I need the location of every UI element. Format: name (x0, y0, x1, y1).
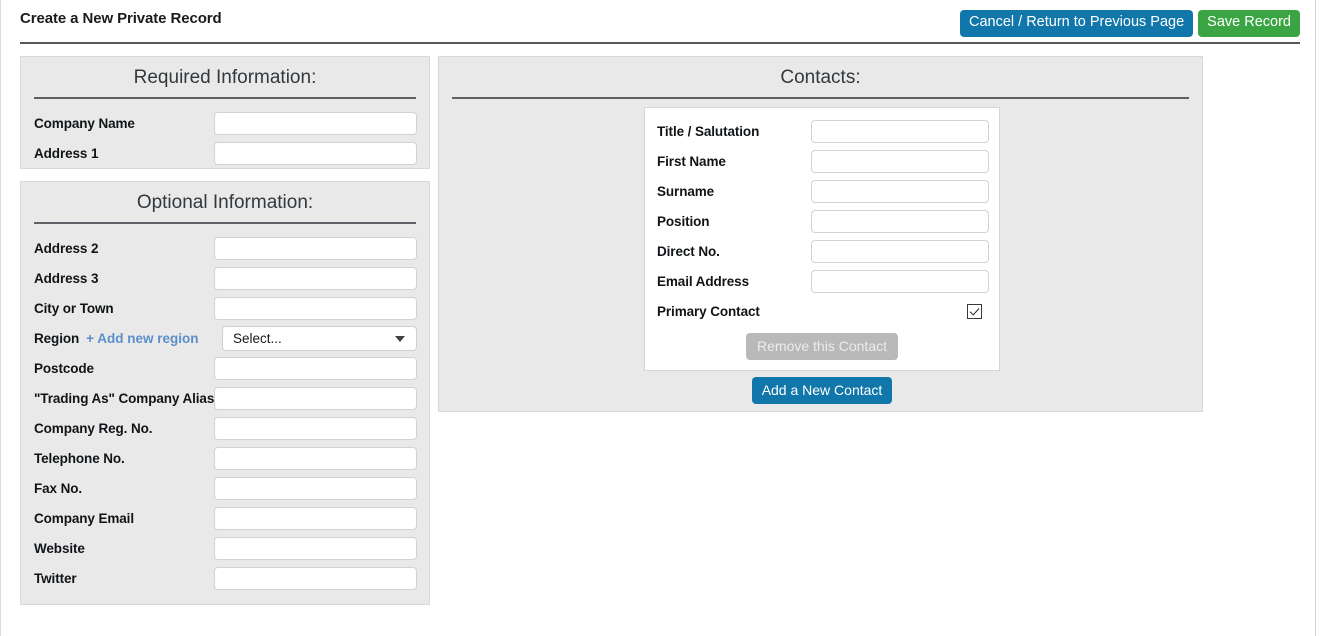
contacts-panel: Contacts: Title / Salutation First Name … (438, 56, 1203, 412)
field-row-address-3: Address 3 (21, 263, 429, 293)
label-direct-no: Direct No. (657, 244, 720, 259)
region-select-value: Select... (223, 331, 282, 346)
email-address-input[interactable] (811, 270, 989, 293)
position-input[interactable] (811, 210, 989, 233)
fax-no-input[interactable] (214, 477, 417, 500)
company-reg-no-input[interactable] (214, 417, 417, 440)
add-contact-row: Add a New Contact (644, 377, 1000, 404)
contacts-panel-divider (452, 97, 1189, 99)
label-position: Position (657, 214, 709, 229)
field-row-address-1: Address 1 (21, 138, 429, 168)
label-address-3: Address 3 (34, 271, 98, 286)
label-website: Website (34, 541, 85, 556)
field-row-postcode: Postcode (21, 353, 429, 383)
add-new-region-link[interactable]: + Add new region (86, 331, 198, 346)
field-row-city-or-town: City or Town (21, 293, 429, 323)
remove-contact-button[interactable]: Remove this Contact (746, 333, 898, 360)
label-address-1: Address 1 (34, 146, 98, 161)
label-twitter: Twitter (34, 571, 77, 586)
header-actions: Cancel / Return to Previous Page Save Re… (960, 10, 1300, 37)
label-first-name: First Name (657, 154, 726, 169)
field-row-email-address: Email Address (645, 266, 999, 296)
save-record-button[interactable]: Save Record (1198, 10, 1300, 37)
label-trading-as-alias: "Trading As" Company Alias (34, 391, 214, 406)
contact-card: Title / Salutation First Name Surname Po… (644, 107, 1000, 371)
remove-contact-row: Remove this Contact (645, 326, 999, 360)
website-input[interactable] (214, 537, 417, 560)
first-name-input[interactable] (811, 150, 989, 173)
label-title-salutation: Title / Salutation (657, 124, 759, 139)
label-email-address: Email Address (657, 274, 749, 289)
cancel-button[interactable]: Cancel / Return to Previous Page (960, 10, 1193, 37)
address-1-input[interactable] (214, 142, 417, 165)
twitter-input[interactable] (214, 567, 417, 590)
label-company-email: Company Email (34, 511, 134, 526)
field-row-title-salutation: Title / Salutation (645, 116, 999, 146)
required-panel-title: Required Information: (21, 57, 429, 91)
field-row-region: Region + Add new region Select... (21, 323, 429, 353)
label-region: Region (34, 331, 79, 346)
surname-input[interactable] (811, 180, 989, 203)
optional-panel-title: Optional Information: (21, 182, 429, 216)
label-surname: Surname (657, 184, 714, 199)
field-row-surname: Surname (645, 176, 999, 206)
direct-no-input[interactable] (811, 240, 989, 263)
label-telephone-no: Telephone No. (34, 451, 125, 466)
label-company-reg-no: Company Reg. No. (34, 421, 152, 436)
add-new-contact-button[interactable]: Add a New Contact (752, 377, 893, 404)
address-2-input[interactable] (214, 237, 417, 260)
chevron-down-icon (395, 336, 405, 342)
page-title: Create a New Private Record (20, 10, 222, 27)
field-row-address-2: Address 2 (21, 233, 429, 263)
city-or-town-input[interactable] (214, 297, 417, 320)
scroll-gutter[interactable] (1317, 0, 1331, 636)
field-row-company-email: Company Email (21, 503, 429, 533)
primary-contact-checkbox[interactable] (967, 304, 982, 319)
company-name-input[interactable] (214, 112, 417, 135)
field-row-company-name: Company Name (21, 108, 429, 138)
field-row-trading-as-alias: "Trading As" Company Alias (21, 383, 429, 413)
address-3-input[interactable] (214, 267, 417, 290)
company-email-input[interactable] (214, 507, 417, 530)
field-row-fax-no: Fax No. (21, 473, 429, 503)
page-container: Create a New Private Record Cancel / Ret… (0, 0, 1316, 636)
page-header: Create a New Private Record Cancel / Ret… (1, 0, 1315, 44)
header-divider (20, 42, 1300, 44)
label-address-2: Address 2 (34, 241, 98, 256)
field-row-position: Position (645, 206, 999, 236)
field-row-primary-contact: Primary Contact (645, 296, 999, 326)
postcode-input[interactable] (214, 357, 417, 380)
field-row-first-name: First Name (645, 146, 999, 176)
optional-fields-list: Address 2 Address 3 City or Town Region … (21, 224, 429, 593)
label-postcode: Postcode (34, 361, 94, 376)
contacts-panel-title: Contacts: (439, 57, 1202, 91)
label-fax-no: Fax No. (34, 481, 82, 496)
label-primary-contact: Primary Contact (657, 304, 760, 319)
field-row-direct-no: Direct No. (645, 236, 999, 266)
field-row-telephone-no: Telephone No. (21, 443, 429, 473)
field-row-company-reg-no: Company Reg. No. (21, 413, 429, 443)
region-select[interactable]: Select... (222, 326, 417, 351)
label-company-name: Company Name (34, 116, 135, 131)
required-information-panel: Required Information: Company Name Addre… (20, 56, 430, 169)
field-row-twitter: Twitter (21, 563, 429, 593)
field-row-website: Website (21, 533, 429, 563)
optional-information-panel: Optional Information: Address 2 Address … (20, 181, 430, 605)
trading-as-alias-input[interactable] (214, 387, 417, 410)
label-city-or-town: City or Town (34, 301, 114, 316)
required-fields-list: Company Name Address 1 (21, 99, 429, 168)
title-salutation-input[interactable] (811, 120, 989, 143)
telephone-no-input[interactable] (214, 447, 417, 470)
